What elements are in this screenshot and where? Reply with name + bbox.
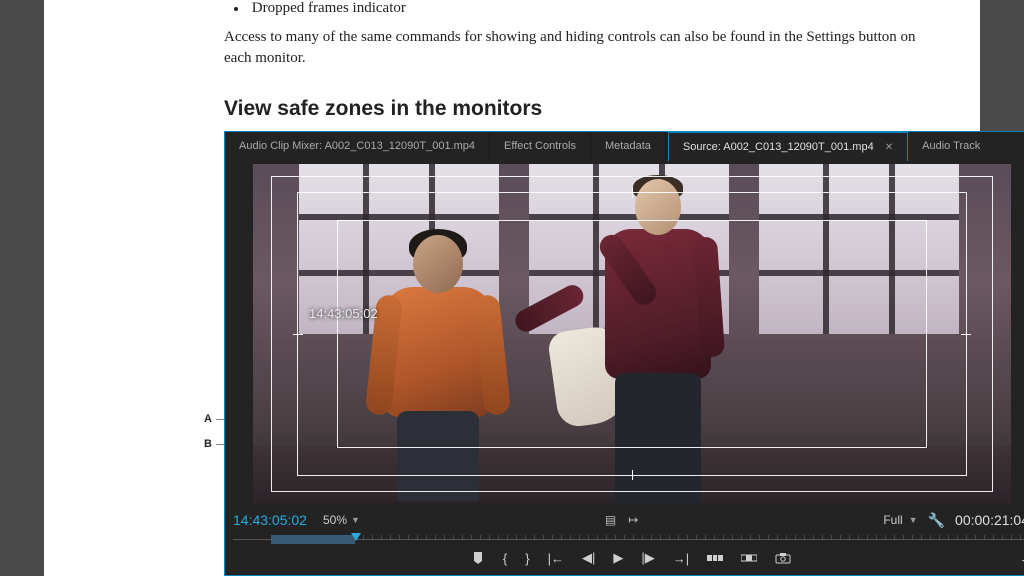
in-out-duration-icon[interactable]: ↦ (628, 513, 638, 527)
chevron-down-icon[interactable]: ▼ (351, 515, 360, 525)
video-viewport[interactable]: 14:43:05:02 (253, 164, 1011, 504)
bullet-text: Dropped frames indicator (252, 0, 406, 16)
tab-audio-clip-mixer[interactable]: Audio Clip Mixer: A002_C013_12090T_001.m… (225, 132, 490, 160)
zoom-level[interactable]: 50% (323, 513, 347, 527)
step-back-button[interactable]: ◀| (582, 550, 595, 566)
document-page: Dropped frames indicator Access to many … (44, 0, 980, 576)
body-paragraph: Access to many of the same commands for … (84, 17, 940, 69)
play-button[interactable]: ▶ (613, 550, 623, 566)
video-frame (253, 164, 1011, 504)
settings-icon[interactable]: 🔧 (928, 512, 945, 529)
tab-source-monitor[interactable]: Source: A002_C013_12090T_001.mp4 ✕ (668, 132, 908, 161)
section-heading: View safe zones in the monitors (84, 69, 940, 131)
source-monitor-panel: Audio Clip Mixer: A002_C013_12090T_001.m… (224, 131, 1024, 576)
go-to-out-button[interactable]: →| (673, 551, 689, 566)
tab-source-label: Source: A002_C013_12090T_001.mp4 (683, 141, 874, 153)
export-frame-button[interactable] (775, 552, 791, 564)
in-out-region[interactable] (271, 535, 355, 544)
bullet-dot-icon (234, 7, 238, 11)
playhead-icon[interactable] (351, 533, 361, 541)
figure-wrapper: A B Audio Clip Mixer: A002_C013_12090T_0… (84, 131, 940, 576)
tab-effect-controls[interactable]: Effect Controls (490, 132, 591, 160)
current-timecode[interactable]: 14:43:05:02 (233, 512, 307, 528)
mark-out-button[interactable]: } (525, 551, 529, 566)
mark-in-button[interactable]: { (503, 551, 507, 566)
monitor-controls: 14:43:05:02 50% ▼ ▤ ↦ Full ▼ 🔧 00:00:21:… (225, 503, 1024, 575)
duration-timecode[interactable]: 00:00:21:04 (955, 512, 1024, 528)
bullet-item: Dropped frames indicator (84, 0, 940, 17)
chevron-down-icon[interactable]: ▼ (909, 515, 918, 525)
select-playback-resolution-icon[interactable]: ▤ (605, 513, 616, 527)
go-to-in-button[interactable]: |← (548, 551, 564, 566)
add-marker-button[interactable] (471, 551, 485, 565)
fit-dropdown[interactable]: Full (883, 513, 902, 527)
tab-audio-track[interactable]: Audio Track (908, 132, 994, 160)
transport-controls: { } |← ◀| ▶ |▶ →| (225, 547, 1024, 569)
close-icon[interactable]: ✕ (885, 134, 893, 162)
tab-metadata[interactable]: Metadata (591, 132, 666, 160)
timecode-overlay: 14:43:05:02 (309, 306, 378, 321)
panel-tab-bar: Audio Clip Mixer: A002_C013_12090T_001.m… (225, 132, 1024, 160)
step-forward-button[interactable]: |▶ (641, 550, 654, 566)
insert-button[interactable] (707, 552, 723, 564)
callout-label-b: B (204, 438, 212, 450)
callout-label-a: A (204, 413, 212, 425)
overwrite-button[interactable] (741, 552, 757, 564)
